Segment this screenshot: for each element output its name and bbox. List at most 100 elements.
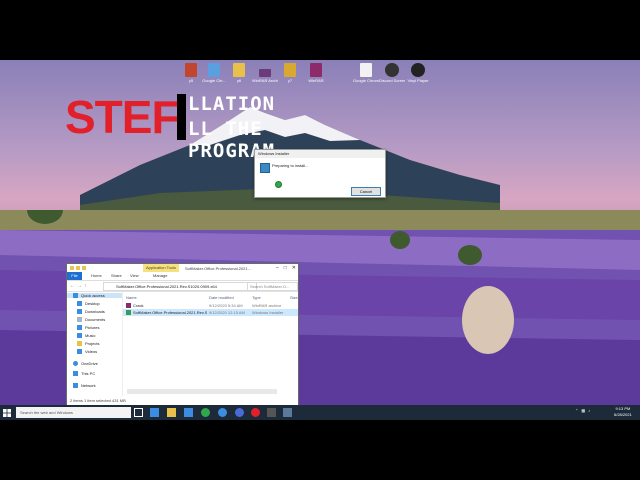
spotify-icon[interactable] [201, 408, 210, 417]
browser-icon[interactable] [218, 408, 227, 417]
file-explorer-icon[interactable] [167, 408, 176, 417]
discord-icon[interactable] [235, 408, 244, 417]
desktop-icon [77, 301, 82, 306]
desktop-icon-label: WinRAR Archive [252, 78, 278, 83]
file-name: SoftMaker.Office.Professional.2021.Rev.S… [133, 310, 207, 315]
nav-label: OneDrive [81, 361, 98, 366]
installer-icon [260, 163, 270, 173]
folder-icon[interactable] [82, 266, 86, 270]
nav-label: Documents [85, 317, 106, 322]
taskbar-clock[interactable]: 9:13 PM 6/28/2021 [614, 406, 632, 418]
nav-item-music[interactable]: Music [77, 333, 95, 338]
nav-label: Music [85, 333, 96, 338]
close-icon[interactable]: ✕ [292, 265, 296, 271]
app-icon[interactable] [267, 408, 276, 417]
installer-message: Preparing to install... [272, 163, 309, 168]
desktop-icon-label: Google Chr... [202, 78, 226, 83]
overlay-red-text: STEF [65, 91, 180, 143]
window-title: SoftMaker.Office.Professional.2021... [185, 266, 251, 271]
installer-task-icon[interactable] [283, 408, 292, 417]
table-row[interactable]: Crack 9/12/2020 5:34 AM WinRAR archive [123, 302, 298, 309]
edge-icon[interactable] [150, 408, 159, 417]
nav-item-documents[interactable]: Documents [77, 317, 105, 322]
record-icon[interactable] [251, 408, 260, 417]
taskbar: Search the web and Windows ⌃ ▩ ♪ 9:13 PM… [0, 405, 640, 420]
minimize-icon[interactable]: – [276, 265, 279, 271]
desktop-icon[interactable]: Discord Screen... [379, 63, 405, 93]
horizontal-scrollbar[interactable] [127, 389, 277, 394]
folder-icon[interactable] [70, 266, 74, 270]
column-header-name[interactable]: Name [126, 295, 137, 300]
column-header-type[interactable]: Type [252, 295, 261, 300]
winrar-icon [310, 63, 322, 77]
desktop-icon-label: Discord Screen... [379, 78, 405, 83]
desktop-icon[interactable]: y7 [277, 63, 303, 93]
column-header-size[interactable]: Size [290, 295, 298, 300]
status-text: 2 items 1 item selected 431 MB [70, 398, 126, 403]
installer-body: Preparing to install... Cancel [255, 158, 385, 197]
desktop-icon[interactable]: WinRAR [303, 63, 329, 93]
ribbon-tabs: File Home Share View Manage [67, 272, 298, 281]
desktop-icon[interactable]: WinRAR Archive [252, 63, 278, 93]
nav-item-downloads[interactable]: Downloads [77, 309, 105, 314]
desktop-icon[interactable]: Google Chr... [201, 63, 227, 93]
explorer-titlebar[interactable]: Application Tools SoftMaker.Office.Profe… [67, 264, 298, 272]
nav-buttons[interactable]: ←→↑ [70, 283, 89, 289]
tab-home[interactable]: Home [91, 273, 102, 278]
quick-access-toolbar [70, 266, 86, 270]
nav-item-quick-access[interactable]: Quick access [67, 293, 122, 298]
application-tools-tab[interactable]: Application Tools [143, 264, 179, 272]
file-type: WinRAR archive [252, 303, 282, 308]
network-icon [73, 383, 78, 388]
taskbar-search-input[interactable]: Search the web and Windows [16, 407, 131, 418]
window-controls: – □ ✕ [276, 265, 296, 271]
cancel-button[interactable]: Cancel [351, 187, 381, 196]
task-view-icon[interactable] [134, 408, 143, 417]
winrar-icon [126, 303, 131, 308]
document-icon [77, 317, 82, 322]
folder-icon[interactable] [76, 266, 80, 270]
nav-label: Downloads [85, 309, 105, 314]
overlay-line-1: LLATION [188, 93, 276, 115]
address-bar[interactable]: SoftMaker.Office.Professional.2021.Rev.S… [103, 282, 257, 291]
nav-item-onedrive[interactable]: OneDrive [73, 361, 98, 366]
nav-item-videos[interactable]: Videos [77, 349, 97, 354]
folder-icon [233, 63, 245, 77]
nav-label: Network [81, 383, 96, 388]
file-list: Name Date modified Type Size Crack 9/12/… [123, 292, 298, 396]
tab-manage[interactable]: Manage [153, 273, 167, 278]
chevron-up-icon[interactable]: ⌃ [575, 408, 578, 413]
desktop-icon[interactable]: Google Chrome [353, 63, 379, 93]
nav-item-pictures[interactable]: Pictures [77, 325, 99, 330]
file-type: Windows Installer [252, 310, 284, 315]
screen: y5 Google Chr... y6 WinRAR Archive y7 Wi… [0, 0, 640, 480]
column-header-date[interactable]: Date modified [209, 295, 234, 300]
volume-icon[interactable]: ♪ [588, 408, 590, 413]
progress-spinner-icon [275, 181, 282, 188]
file-date: 9/12/2020 12:15 AM [209, 310, 245, 315]
network-icon[interactable]: ▩ [581, 408, 585, 413]
nav-item-desktop[interactable]: Desktop [77, 301, 100, 306]
desktop-icon-label: y6 [236, 78, 242, 83]
nav-item-projects[interactable]: Projects [77, 341, 99, 346]
table-row[interactable]: SoftMaker.Office.Professional.2021.Rev.S… [123, 309, 298, 316]
clock-date: 6/28/2021 [614, 412, 632, 417]
store-icon[interactable] [184, 408, 193, 417]
tab-file[interactable]: File [67, 272, 82, 280]
nav-item-this-pc[interactable]: This PC [73, 371, 95, 376]
desktop-icon[interactable]: y6 [226, 63, 252, 93]
file-date: 9/12/2020 5:34 AM [209, 303, 243, 308]
picture-icon [77, 325, 82, 330]
search-input[interactable]: Search SoftMaker.O... [247, 282, 298, 291]
tab-share[interactable]: Share [111, 273, 122, 278]
tab-view[interactable]: View [130, 273, 139, 278]
search-app-icon [208, 63, 220, 77]
vinyl-icon [411, 63, 425, 77]
video-icon [77, 349, 82, 354]
maximize-icon[interactable]: □ [284, 265, 287, 271]
windows-start-icon[interactable] [3, 409, 11, 417]
nav-label: Quick access [81, 293, 105, 298]
desktop-icon[interactable]: Vinyl Player [405, 63, 431, 93]
nav-item-network[interactable]: Network [73, 383, 96, 388]
archive-icon [185, 63, 197, 77]
